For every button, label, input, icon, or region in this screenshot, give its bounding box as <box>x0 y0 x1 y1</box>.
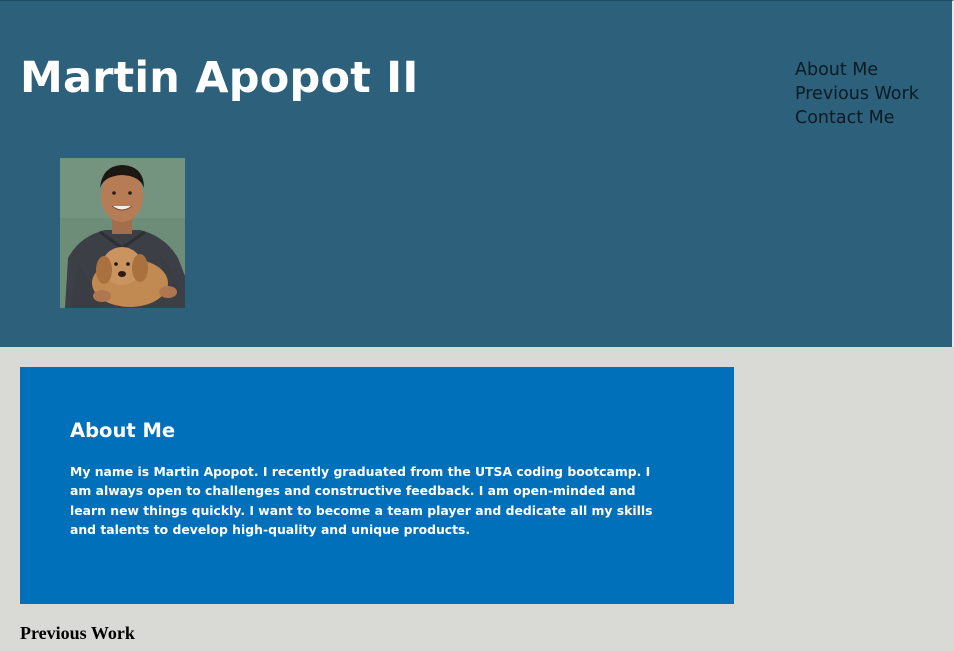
site-title: Martin Apopot II <box>20 53 419 103</box>
nav-link-about-me[interactable]: About Me <box>795 58 919 82</box>
previous-work-heading: Previous Work <box>20 623 135 643</box>
site-header: Martin Apopot II About Me Previous Work … <box>0 0 954 347</box>
about-me-section: About Me My name is Martin Apopot. I rec… <box>20 367 734 604</box>
about-me-text: My name is Martin Apopot. I recently gra… <box>70 464 653 537</box>
about-me-heading: About Me <box>70 419 176 442</box>
portfolio-page: Martin Apopot II About Me Previous Work … <box>0 0 954 651</box>
profile-photo <box>60 158 185 308</box>
nav-link-contact-me[interactable]: Contact Me <box>795 106 919 130</box>
nav-menu: About Me Previous Work Contact Me <box>795 58 919 130</box>
nav-link-previous-work[interactable]: Previous Work <box>795 82 919 106</box>
